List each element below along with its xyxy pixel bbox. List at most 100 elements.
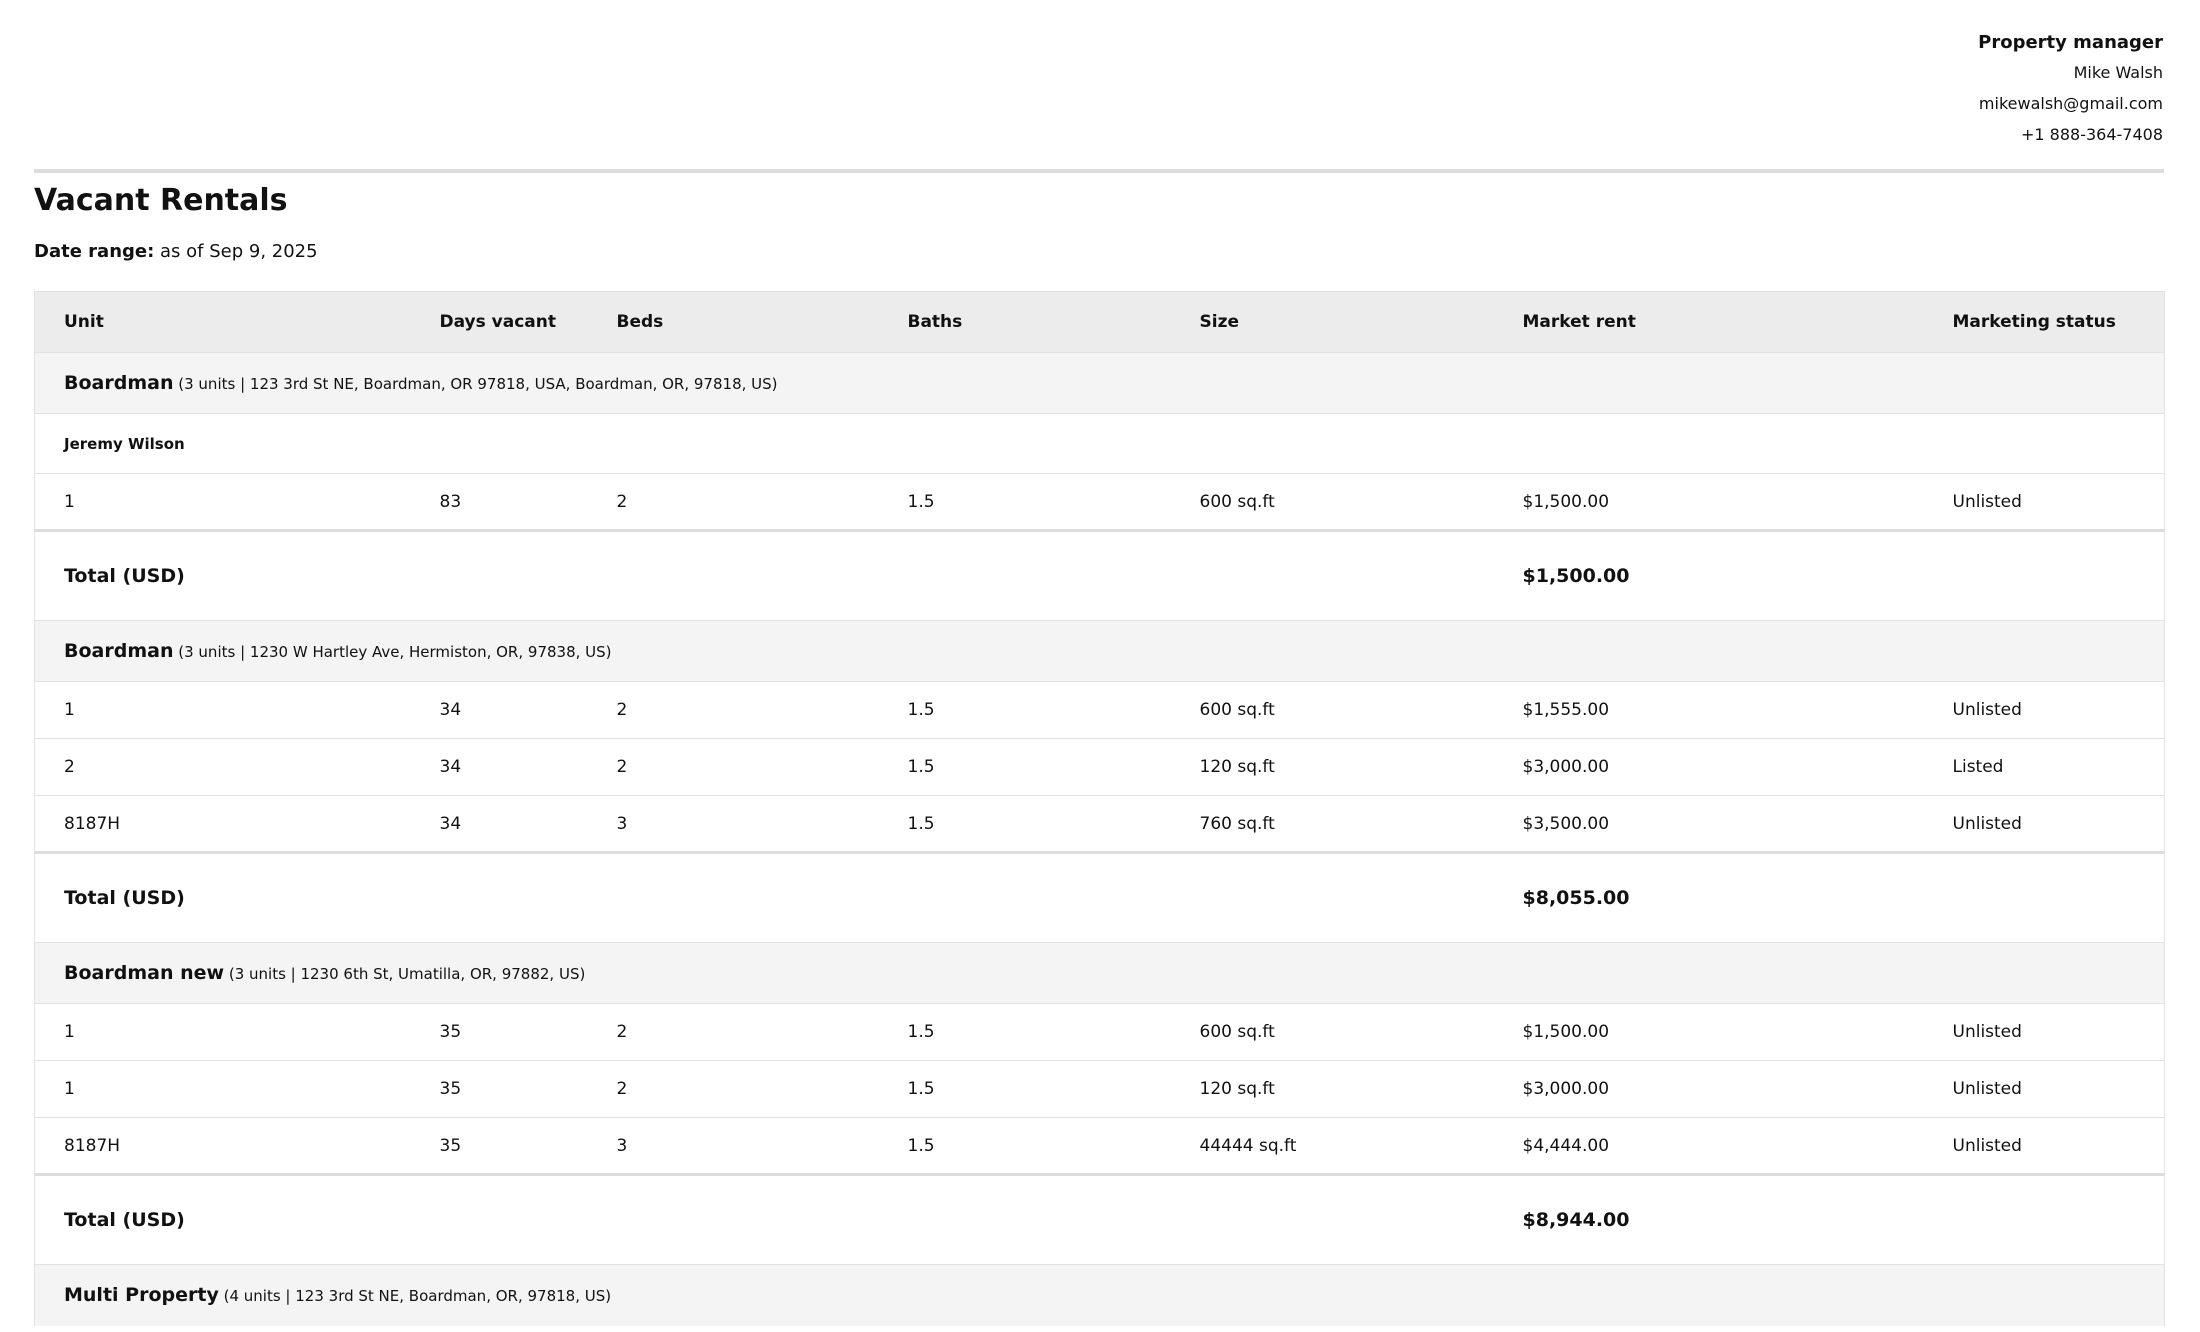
column-header-size: Size (1170, 291, 1494, 353)
total-label: Total (USD) (64, 1209, 185, 1231)
total-market-rent: $1,500.00 (1522, 565, 1630, 587)
property-group-cell: Boardman (3 units | 123 3rd St NE, Board… (35, 353, 2165, 414)
property-group-details: (3 units | 123 3rd St NE, Boardman, OR 9… (178, 375, 778, 393)
date-range-value: as of Sep 9, 2025 (160, 241, 318, 262)
property-group-row: Boardman (3 units | 123 3rd St NE, Board… (34, 352, 2165, 414)
cell-market-rent: $3,000.00 (1522, 1079, 1610, 1099)
vacant-rentals-table-wrapper: Unit Days vacant Beds Baths Size Market … (34, 291, 2165, 1326)
cell-unit: 1 (64, 700, 75, 720)
cell-baths: 1.5 (907, 1135, 935, 1156)
cell-marketing-status: Listed (1952, 757, 2004, 777)
cell-size: 600 sq.ft (1199, 491, 1275, 512)
cell-days-vacant: 35 (439, 1135, 462, 1156)
column-header-unit: Unit (34, 291, 411, 353)
property-manager-block: Property manager Mike Walsh mikewalsh@gm… (1978, 30, 2163, 155)
cell-days-vacant: 35 (439, 1079, 462, 1099)
total-empty-cell (1924, 531, 2165, 621)
cell-days-vacant: 34 (439, 757, 462, 777)
column-header-days-vacant: Days vacant (410, 291, 588, 353)
header-divider (34, 169, 2164, 173)
cell-baths: 1.5 (907, 700, 935, 720)
total-row: Total (USD) $8,055.00 (34, 852, 2165, 943)
cell-days-vacant: 83 (439, 491, 462, 512)
cell-beds: 2 (616, 1022, 628, 1042)
cell-market-rent: $4,444.00 (1522, 1135, 1610, 1156)
cell-market-rent: $1,500.00 (1522, 491, 1610, 512)
total-row: Total (USD) $8,944.00 (34, 1174, 2165, 1265)
cell-market-rent: $3,500.00 (1522, 813, 1610, 834)
total-market-rent: $8,055.00 (1522, 887, 1630, 909)
property-group-details: (3 units | 1230 W Hartley Ave, Hermiston… (178, 643, 612, 661)
property-manager-name: Mike Walsh (2073, 63, 2163, 82)
cell-size: 120 sq.ft (1199, 1079, 1275, 1099)
property-group-row: Multi Property (4 units | 123 3rd St NE,… (34, 1264, 2165, 1326)
total-label: Total (USD) (64, 565, 185, 587)
report-title: Vacant Rentals (34, 183, 288, 218)
cell-beds: 2 (616, 1079, 628, 1099)
property-group-details: (4 units | 123 3rd St NE, Boardman, OR, … (223, 1287, 612, 1306)
cell-days-vacant: 35 (439, 1022, 462, 1042)
cell-marketing-status: Unlisted (1952, 813, 2022, 834)
cell-market-rent: $1,500.00 (1522, 1022, 1610, 1042)
cell-size: 600 sq.ft (1199, 700, 1275, 720)
date-range-label: Date range: (34, 241, 155, 262)
cell-baths: 1.5 (907, 491, 935, 512)
property-group-name: Boardman (64, 640, 174, 662)
property-group-cell: Boardman (3 units | 1230 W Hartley Ave, … (35, 621, 2165, 682)
column-header-marketing-status: Marketing status (1923, 291, 2165, 353)
cell-unit: 1 (64, 1079, 75, 1099)
property-group-row: Boardman (3 units | 1230 W Hartley Ave, … (34, 620, 2165, 682)
total-empty-cell (1924, 853, 2165, 943)
cell-days-vacant: 34 (439, 700, 462, 720)
property-group-name: Multi Property (64, 1284, 219, 1307)
cell-size: 760 sq.ft (1199, 813, 1275, 834)
cell-beds: 2 (616, 757, 628, 777)
cell-size: 600 sq.ft (1199, 1022, 1275, 1042)
tenant-name: Jeremy Wilson (64, 434, 185, 453)
total-label: Total (USD) (64, 887, 185, 909)
cell-unit: 1 (64, 1022, 75, 1042)
table-row: 2 34 2 1.5 120 sq.ft $3,000.00 Listed (34, 738, 2165, 796)
cell-baths: 1.5 (907, 1079, 935, 1099)
cell-marketing-status: Unlisted (1952, 1022, 2022, 1042)
cell-market-rent: $1,555.00 (1522, 700, 1610, 720)
property-group-name: Boardman (64, 372, 174, 394)
property-group-details: (3 units | 1230 6th St, Umatilla, OR, 97… (228, 965, 586, 983)
total-empty-cell (1924, 1175, 2165, 1265)
column-header-market-rent: Market rent (1493, 291, 1924, 353)
property-manager-title: Property manager (1978, 32, 2163, 53)
cell-beds: 2 (616, 491, 628, 512)
cell-marketing-status: Unlisted (1952, 1135, 2022, 1156)
vacant-rentals-table: Unit Days vacant Beds Baths Size Market … (34, 291, 2165, 1326)
property-manager-email: mikewalsh@gmail.com (1978, 94, 2163, 113)
cell-size: 44444 sq.ft (1199, 1135, 1297, 1156)
total-row: Total (USD) $1,500.00 (34, 530, 2165, 621)
cell-baths: 1.5 (907, 757, 935, 777)
column-header-baths: Baths (878, 291, 1171, 353)
cell-beds: 2 (616, 700, 628, 720)
cell-baths: 1.5 (907, 1022, 935, 1042)
cell-unit: 8187H (64, 813, 121, 834)
table-row: 1 35 2 1.5 600 sq.ft $1,500.00 Unlisted (34, 1003, 2165, 1061)
date-range: Date range: as of Sep 9, 2025 (34, 240, 318, 264)
cell-marketing-status: Unlisted (1952, 1079, 2022, 1099)
property-group-name: Boardman new (64, 962, 225, 984)
table-row: 1 35 2 1.5 120 sq.ft $3,000.00 Unlisted (34, 1060, 2165, 1118)
property-group-cell: Boardman new (3 units | 1230 6th St, Uma… (35, 943, 2165, 1004)
tenant-row: Jeremy Wilson (34, 413, 2165, 474)
cell-unit: 8187H (64, 1135, 121, 1156)
property-manager-phone: +1 888-364-7408 (2020, 125, 2163, 144)
table-header-row: Unit Days vacant Beds Baths Size Market … (34, 291, 2165, 353)
cell-baths: 1.5 (907, 813, 935, 834)
cell-beds: 3 (616, 813, 628, 834)
property-group-row: Boardman new (3 units | 1230 6th St, Uma… (34, 942, 2165, 1004)
report-page: Property manager Mike Walsh mikewalsh@gm… (0, 0, 2200, 1332)
cell-unit: 1 (64, 491, 75, 512)
cell-days-vacant: 34 (439, 813, 462, 834)
cell-unit: 2 (64, 757, 75, 777)
cell-market-rent: $3,000.00 (1522, 757, 1610, 777)
table-row: 1 83 2 1.5 600 sq.ft $1,500.00 Unlisted (34, 473, 2165, 531)
property-group-cell: Multi Property (4 units | 123 3rd St NE,… (35, 1265, 2165, 1326)
column-header-beds: Beds (587, 291, 879, 353)
total-market-rent: $8,944.00 (1522, 1209, 1630, 1231)
